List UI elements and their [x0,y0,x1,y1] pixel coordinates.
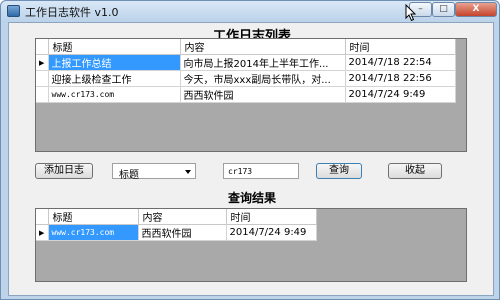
app-icon [7,5,20,17]
row-indicator-icon[interactable] [36,86,49,103]
log-list-header-row: 标题 内容 时间 [36,39,456,55]
row-header-corner [36,209,49,225]
log-list-grid[interactable]: 标题 内容 时间 ▶ 上报工作总结 向市局上报2014年上半年工作... 201… [35,38,467,152]
table-row[interactable]: ▶ 上报工作总结 向市局上报2014年上半年工作... 2014/7/18 22… [36,54,456,71]
chevron-down-icon[interactable] [185,170,191,174]
row-indicator-icon[interactable]: ▶ [36,54,49,71]
cell-time[interactable]: 2014/7/18 22:54 [345,54,456,71]
field-select[interactable]: 标题 [112,163,196,181]
results-heading: 查询结果 [227,191,276,205]
results-header-row: 标题 内容 时间 [36,209,317,225]
column-header-time[interactable]: 时间 [226,209,317,225]
query-button[interactable]: 查询 [316,163,362,179]
cell-time[interactable]: 2014/7/24 9:49 [226,224,317,241]
collapse-button[interactable]: 收起 [388,163,442,179]
row-indicator-icon[interactable]: ▶ [36,224,49,241]
cell-content[interactable]: 西西软件园 [138,224,227,241]
search-input[interactable]: cr173 [223,163,299,179]
mouse-cursor-icon [405,4,417,22]
table-row[interactable]: 迎接上级检查工作 今天，市局xxx副局长带队，对... 2014/7/18 22… [36,70,456,87]
title-bar[interactable]: 工作日志软件 v1.0 – □ X [1,1,499,21]
app-window: 工作日志软件 v1.0 – □ X 工作日志列表 标题 内容 时间 ▶ 上报工作… [0,0,500,300]
close-button[interactable]: X [455,2,497,17]
add-log-button[interactable]: 添加日志 [35,163,93,179]
cell-title[interactable]: www.cr173.com [48,224,139,241]
table-row[interactable]: www.cr173.com 西西软件园 2014/7/24 9:49 [36,86,456,103]
column-header-time[interactable]: 时间 [345,39,456,55]
column-header-title[interactable]: 标题 [48,39,181,55]
table-row[interactable]: ▶ www.cr173.com 西西软件园 2014/7/24 9:49 [36,224,317,241]
results-grid[interactable]: 标题 内容 时间 ▶ www.cr173.com 西西软件园 2014/7/24… [35,208,467,282]
column-header-content[interactable]: 内容 [138,209,227,225]
column-header-title[interactable]: 标题 [48,209,139,225]
cell-content[interactable]: 西西软件园 [180,86,346,103]
cell-time[interactable]: 2014/7/24 9:49 [345,86,456,103]
cell-title[interactable]: 上报工作总结 [48,54,181,71]
cell-content[interactable]: 今天，市局xxx副局长带队，对... [180,70,346,87]
field-select-value: 标题 [119,170,139,181]
window-title: 工作日志软件 v1.0 [25,6,119,19]
cell-time[interactable]: 2014/7/18 22:56 [345,70,456,87]
cell-title[interactable]: 迎接上级检查工作 [48,70,181,87]
cell-title[interactable]: www.cr173.com [48,86,181,103]
column-header-content[interactable]: 内容 [180,39,346,55]
row-indicator-icon[interactable] [36,70,49,87]
row-header-corner [36,39,49,55]
maximize-button[interactable]: □ [432,2,455,17]
client-area: 工作日志列表 标题 内容 时间 ▶ 上报工作总结 向市局上报2014年上半年工作… [8,22,494,296]
cell-content[interactable]: 向市局上报2014年上半年工作... [180,54,346,71]
